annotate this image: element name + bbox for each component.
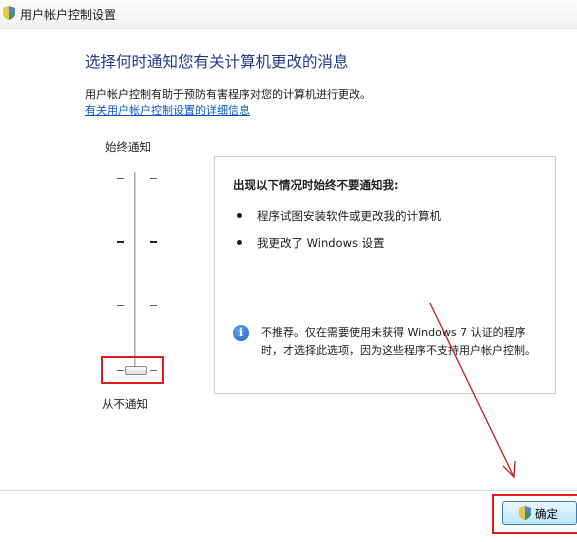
uac-shield-icon — [519, 506, 531, 520]
page-heading: 选择何时通知您有关计算机更改的消息 — [85, 53, 349, 71]
warning-text: 不推荐。仅在需要使用未获得 Windows 7 认证的程序时，才选择此选项，因为… — [261, 326, 536, 357]
info-panel-title: 出现以下情况时始终不要通知我: — [233, 178, 399, 192]
uac-settings-window: 用户帐户控制设置 选择何时通知您有关计算机更改的消息 用户帐户控制有助于预防有害… — [0, 0, 577, 542]
arrow-head — [502, 460, 516, 479]
ok-button[interactable]: 确定 — [502, 501, 577, 525]
list-item: 我更改了 Windows 设置 — [237, 235, 385, 251]
list-item-text: 程序试图安装软件或更改我的计算机 — [257, 209, 441, 223]
info-panel: 出现以下情况时始终不要通知我: 程序试图安装软件或更改我的计算机 我更改了 Wi… — [214, 156, 556, 394]
bullet-icon — [237, 213, 242, 218]
slider-tick — [117, 178, 124, 179]
title-bar: 用户帐户控制设置 — [0, 0, 577, 29]
window-title: 用户帐户控制设置 — [20, 8, 117, 22]
bullet-icon — [237, 240, 242, 245]
page-description: 用户帐户控制有助于预防有害程序对您的计算机进行更改。 — [85, 88, 371, 101]
info-icon: i — [233, 325, 249, 341]
slider-tick — [150, 178, 157, 179]
slider-tick — [117, 305, 124, 306]
slider-tick — [150, 305, 157, 306]
slider-track[interactable] — [134, 172, 137, 372]
uac-shield-icon — [3, 6, 15, 20]
more-info-link[interactable]: 有关用户帐户控制设置的详细信息 — [85, 102, 250, 118]
ok-button-label: 确定 — [535, 509, 558, 521]
slider-tick — [117, 241, 124, 243]
list-item-text: 我更改了 Windows 设置 — [257, 236, 385, 250]
slider-tick — [150, 241, 157, 243]
list-item: 程序试图安装软件或更改我的计算机 — [237, 208, 441, 224]
footer-divider — [0, 490, 577, 491]
slider-highlight-box — [101, 356, 164, 384]
slider-top-label: 始终通知 — [105, 140, 151, 154]
slider-bottom-label: 从不通知 — [102, 397, 148, 411]
